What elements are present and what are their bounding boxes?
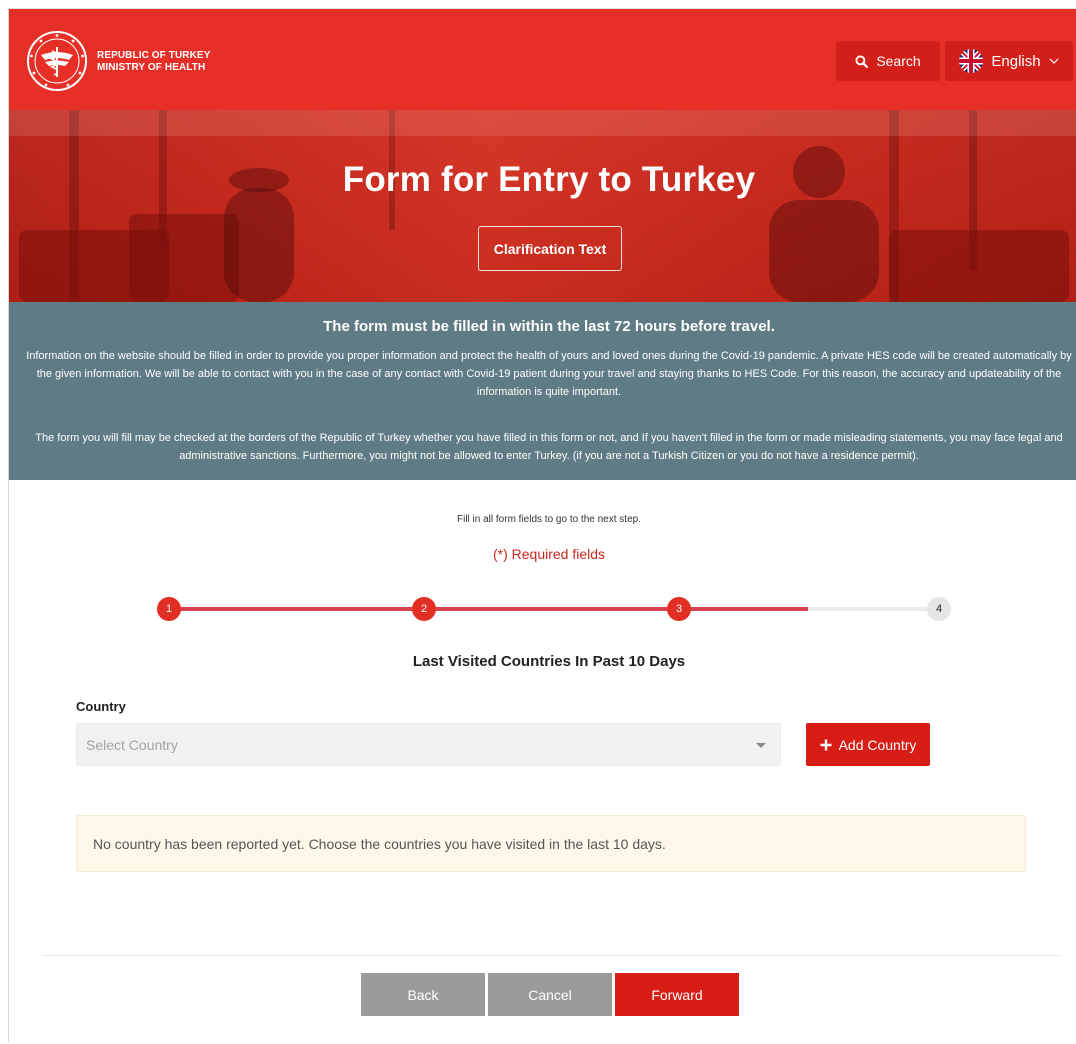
airport-lounge-photo xyxy=(9,110,1076,302)
back-button[interactable]: Back xyxy=(361,973,485,1016)
step-3: 3 xyxy=(667,597,691,621)
footer-divider xyxy=(42,955,1060,956)
cancel-button[interactable]: Cancel xyxy=(488,973,612,1016)
step-2: 2 xyxy=(412,597,436,621)
site-header: REPUBLIC OF TURKEY MINISTRY OF HEALTH Se… xyxy=(9,9,1076,110)
step-1: 1 xyxy=(157,597,181,621)
brand-line-1: REPUBLIC OF TURKEY xyxy=(97,50,211,61)
country-label: Country xyxy=(76,699,126,714)
country-select[interactable]: Select Country xyxy=(76,723,781,766)
page-title: Form for Entry to Turkey xyxy=(342,160,756,199)
step-4: 4 xyxy=(927,597,951,621)
add-country-button[interactable]: Add Country xyxy=(806,723,930,766)
progress-stepper: 1 2 3 4 xyxy=(157,597,957,623)
language-selector[interactable]: English xyxy=(945,41,1073,81)
stepper-progress xyxy=(169,607,808,611)
empty-countries-alert: No country has been reported yet. Choose… xyxy=(76,815,1026,872)
empty-countries-message: No country has been reported yet. Choose… xyxy=(93,835,666,852)
country-select-placeholder: Select Country xyxy=(86,737,178,753)
chevron-down-icon xyxy=(1049,58,1059,64)
info-paragraph-1: Information on the website should be fil… xyxy=(26,350,1072,398)
required-fields-note: (*) Required fields xyxy=(492,546,606,562)
section-title: Last Visited Countries In Past 10 Days xyxy=(412,653,686,670)
plus-icon xyxy=(820,739,832,750)
clarification-text-button[interactable]: Clarification Text xyxy=(478,226,622,271)
uk-flag-icon xyxy=(959,49,984,73)
ministry-logo-icon[interactable] xyxy=(25,29,89,93)
brand-line-2: MINISTRY OF HEALTH xyxy=(97,62,206,73)
form-instruction: Fill in all form fields to go to the nex… xyxy=(457,514,641,525)
add-country-label: Add Country xyxy=(838,736,917,753)
info-banner: The form must be filled in within the la… xyxy=(9,302,1076,480)
search-label: Search xyxy=(876,53,921,69)
hero-banner: Form for Entry to Turkey Clarification T… xyxy=(9,110,1076,302)
info-paragraph-2: The form you will fill may be checked at… xyxy=(35,432,1063,462)
search-button[interactable]: Search xyxy=(836,41,940,81)
search-icon xyxy=(855,54,869,68)
ministry-brand: REPUBLIC OF TURKEY MINISTRY OF HEALTH xyxy=(97,50,210,74)
language-label: English xyxy=(991,52,1041,70)
app-frame: REPUBLIC OF TURKEY MINISTRY OF HEALTH Se… xyxy=(8,8,1076,1042)
dropdown-caret-icon xyxy=(756,743,766,748)
forward-button[interactable]: Forward xyxy=(615,973,739,1016)
info-heading: The form must be filled in within the la… xyxy=(323,318,775,335)
